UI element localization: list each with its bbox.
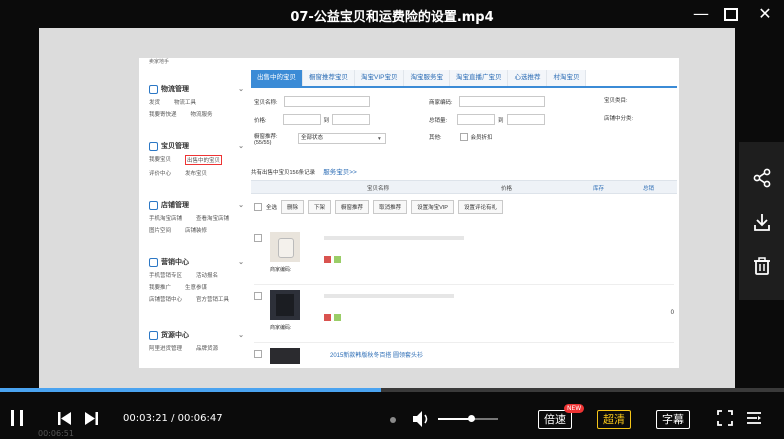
download-button[interactable] [739, 202, 784, 242]
tab-village: 村淘宝贝 [547, 70, 587, 86]
row-checkbox [254, 234, 262, 242]
chevron-down-icon: ⌄ [238, 259, 244, 266]
delete-button: 删除 [281, 200, 305, 214]
merchant-code-field [458, 96, 545, 107]
breadcrumb: 卖家地手 [149, 59, 170, 65]
product-row: 商家编码: [254, 232, 674, 285]
volume-button[interactable] [412, 410, 432, 432]
set-vip-button: 设置淘宝VIP [411, 200, 454, 214]
table-header: 宝贝名称 价格 库存 总销 [251, 180, 677, 194]
player-controls: 00:03:21 / 00:06:47 00:06:51 倍速 NEW 超清 字… [0, 392, 784, 439]
cancel-recommend-button: 取消推荐 [373, 200, 408, 214]
side-action-panel [739, 142, 784, 300]
new-badge: NEW [564, 404, 585, 413]
maximize-icon [724, 8, 738, 21]
set-review-gift-button: 设置评论有礼 [457, 200, 503, 214]
sidebar-item-on-sale: 出售中的宝贝 [185, 155, 223, 165]
video-content: 卖家地手 物流管理 ⌄ 发货 物流工具 我要寄快递 物流服务 宝贝管理 ⌄ 我要宝贝 出售… [139, 58, 679, 368]
product-row: 商家编码: 0 [254, 290, 674, 343]
share-icon [753, 168, 770, 188]
sales-min-field [457, 114, 496, 125]
store-icon [149, 200, 158, 210]
ghost-time: 00:06:51 [38, 429, 74, 438]
tab-on-sale: 出售中的宝贝 [251, 70, 303, 86]
tab-vip: 淘宝VIP宝贝 [355, 70, 405, 86]
sales-max-field [506, 114, 545, 125]
row-checkbox [254, 292, 262, 300]
chevron-down-icon: ⌄ [238, 143, 244, 150]
marketing-icon [149, 257, 158, 267]
previous-button[interactable] [57, 411, 72, 430]
volume-slider[interactable] [438, 415, 498, 422]
time-display: 00:03:21 / 00:06:47 [123, 413, 223, 424]
sourcing-icon [149, 330, 158, 340]
video-frame[interactable]: 卖家地手 物流管理 ⌄ 发货 物流工具 我要寄快递 物流服务 宝贝管理 ⌄ 我要宝贝 出售… [39, 28, 735, 390]
sidebar-group-sourcing: 货源中心 ⌄ 阿里进货管理 品牌货源 [149, 330, 244, 352]
row-checkbox [254, 350, 262, 358]
price-min-field [282, 114, 321, 125]
skip-previous-icon [58, 412, 71, 425]
showcase-button: 橱窗推荐 [335, 200, 370, 214]
product-thumbnail [270, 232, 300, 262]
close-button[interactable]: ✕ [754, 4, 776, 24]
product-row: 2015新款韩版秋冬百搭 圆领套头衫 [254, 348, 674, 390]
pause-button[interactable] [8, 409, 26, 431]
batch-toolbar: 全选 删除 下架 橱窗推荐 取消推荐 设置淘宝VIP 设置评论有礼 [254, 200, 503, 214]
chevron-down-icon: ⌄ [238, 86, 244, 93]
records-summary: 共有出售中宝贝156条记录 服务宝贝>> [251, 169, 357, 176]
next-button[interactable] [84, 411, 99, 430]
minimize-button[interactable]: — [690, 4, 712, 24]
maximize-button[interactable] [720, 4, 742, 24]
dropdown-arrow-icon: ▾ [378, 135, 381, 142]
download-icon [753, 214, 770, 231]
tab-service: 淘宝服务宝 [404, 70, 450, 86]
tab-live: 淘宝直播广宝贝 [449, 70, 509, 86]
chevron-down-icon: ⌄ [238, 202, 244, 209]
chevron-down-icon: ⌄ [238, 332, 244, 339]
playlist-icon [747, 412, 761, 424]
subtitle-button[interactable]: 字幕 [656, 410, 690, 429]
product-tag-icon [324, 256, 331, 263]
name-field [283, 96, 370, 107]
volume-level [438, 418, 471, 420]
product-thumbnail [270, 348, 300, 364]
delist-button: 下架 [308, 200, 332, 214]
sidebar-group-logistics: 物流管理 ⌄ 发货 物流工具 我要寄快递 物流服务 [149, 84, 244, 118]
trash-icon [753, 257, 770, 275]
logistics-icon [149, 84, 158, 94]
sidebar-group-marketing: 营销中心 ⌄ 手机营销专区 活动报名 我要推广 生意参谋 店铺营销中心 官方营销工具 [149, 257, 244, 303]
skip-next-icon [85, 412, 98, 425]
product-thumbnail [270, 290, 300, 320]
product-tag-icon [324, 314, 331, 321]
delete-button[interactable] [739, 246, 784, 286]
share-button[interactable] [739, 158, 784, 198]
sidebar-group-items: 宝贝管理 ⌄ 我要宝贝 出售中的宝贝 评价中心 发布宝贝 [149, 141, 244, 177]
title-bar: 07-公益宝贝和运费险的设置.mp4 — ✕ [0, 0, 784, 28]
playlist-button[interactable] [746, 410, 762, 430]
pause-icon [11, 410, 23, 426]
quality-button[interactable]: 超清 [597, 410, 631, 429]
product-tag-icon [334, 314, 341, 321]
sidebar-group-store: 店铺管理 ⌄ 手机淘宝店铺 查看淘宝店铺 图片空间 店铺装修 [149, 200, 244, 234]
window-title: 07-公益宝贝和运费险的设置.mp4 [290, 10, 494, 25]
item-tabs: 出售中的宝贝 橱窗推荐宝贝 淘宝VIP宝贝 淘宝服务宝 淘宝直播广宝贝 心选推荐… [251, 70, 677, 88]
service-items-link: 服务宝贝>> [323, 169, 357, 176]
volume-icon [413, 411, 428, 427]
fullscreen-button[interactable] [717, 410, 733, 430]
items-icon [149, 141, 158, 151]
select-all-checkbox [254, 203, 262, 211]
product-title-link: 2015新款韩版秋冬百搭 圆领套头衫 [330, 353, 424, 359]
volume-knob[interactable] [468, 415, 475, 422]
tab-recommend: 心选推荐 [508, 70, 548, 86]
seek-marker [390, 417, 396, 423]
tab-showcase: 橱窗推荐宝贝 [303, 70, 355, 86]
status-select: 全部状态 [298, 133, 386, 144]
member-discount-checkbox [459, 133, 468, 141]
product-tag-icon [334, 256, 341, 263]
price-max-field [332, 114, 371, 125]
fullscreen-icon [717, 410, 733, 426]
